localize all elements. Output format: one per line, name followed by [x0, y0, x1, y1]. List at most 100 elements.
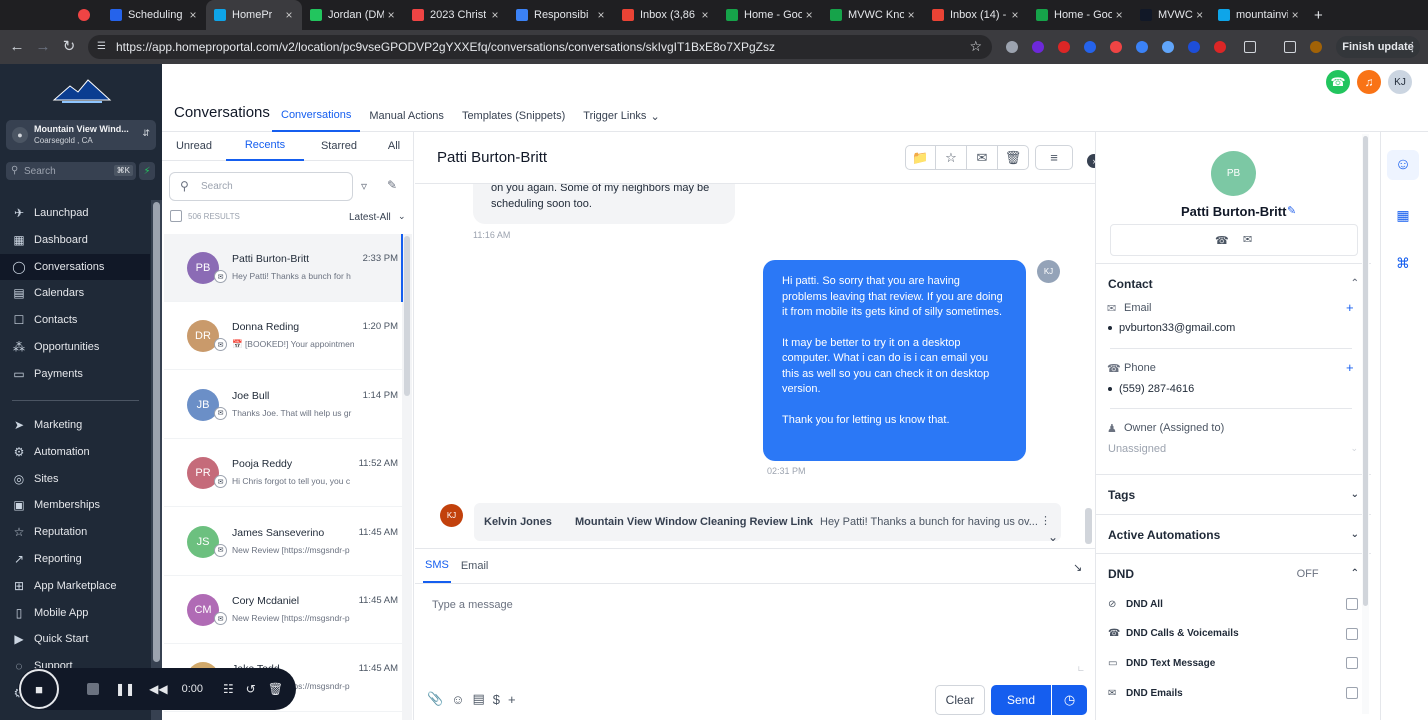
sidebar-item-automation[interactable]: ⚙ Automation [0, 439, 150, 465]
side-panel-icon[interactable] [1284, 41, 1296, 53]
sidebar-item-app-marketplace[interactable]: ⊞ App Marketplace [0, 573, 150, 599]
message-input[interactable]: Type a message ∟ [423, 585, 1087, 675]
dnd-checkbox[interactable] [1346, 627, 1358, 640]
extension-icon-5[interactable] [1136, 41, 1148, 53]
message-menu-icon[interactable]: ⋮ [1040, 514, 1051, 527]
extension-icon-1[interactable] [1032, 41, 1044, 53]
browser-tab[interactable]: Inbox (14) - × [924, 0, 1028, 30]
tags-section[interactable]: Tags ⌄ [1096, 474, 1371, 514]
tab-conversations[interactable]: Conversations [272, 100, 361, 132]
tab-close-icon[interactable]: × [1195, 8, 1204, 22]
email-icon[interactable]: ✉ [1243, 233, 1252, 246]
extension-icon-8[interactable] [1214, 41, 1226, 53]
emoji-icon[interactable]: ☺ [451, 692, 464, 707]
filter-starred[interactable]: Starred [304, 132, 374, 161]
tab-close-icon[interactable]: × [1112, 8, 1126, 22]
browser-tab[interactable]: MVWC Adm× [1132, 0, 1210, 30]
browser-menu-icon[interactable]: ⋮ [1406, 39, 1419, 55]
browser-tab[interactable]: Jordan (DM × [302, 0, 404, 30]
sidebar-item-memberships[interactable]: ▣ Memberships [0, 492, 150, 518]
filter-all[interactable]: All [374, 132, 414, 161]
tab-trigger-links[interactable]: Trigger Links ⌄ [574, 100, 668, 132]
conversation-item[interactable]: CM ✉ Cory Mcdaniel 11:45 AM New Review [http… [164, 576, 404, 644]
dnd-option[interactable]: ✉ DND Emails [1108, 682, 1358, 704]
scroll-down-icon[interactable]: ⌄ [1048, 530, 1058, 544]
sidebar-item-mobile-app[interactable]: ▯ Mobile App [0, 600, 150, 626]
browser-tab[interactable]: Home - Goo × [1028, 0, 1132, 30]
dnd-checkbox[interactable] [1346, 687, 1358, 700]
grid-icon[interactable]: ☷ [223, 682, 234, 696]
dnd-option[interactable]: ▭ DND Text Message [1108, 652, 1358, 674]
rewind-icon[interactable]: ◀◀ [149, 682, 167, 696]
tab-close-icon[interactable]: × [1288, 8, 1302, 22]
folder-icon[interactable]: 📁 [905, 145, 936, 170]
filter-lines-icon[interactable]: ≡ [1035, 145, 1073, 170]
browser-tab[interactable]: Responsibi × [508, 0, 614, 30]
restart-icon[interactable]: ↺ [246, 682, 256, 696]
sidebar-item-reputation[interactable]: ☆ Reputation [0, 519, 150, 545]
filter-unread[interactable]: Unread [162, 132, 226, 161]
bookmark-star-icon[interactable]: ☆ [969, 38, 982, 55]
calendar-icon[interactable]: ▦ [1387, 200, 1419, 230]
dnd-checkbox[interactable] [1346, 657, 1358, 670]
payment-dollar-icon[interactable]: $ [493, 692, 500, 707]
review-link-card[interactable]: Kelvin Jones Mountain View Window Cleani… [474, 503, 1061, 541]
tab-close-icon[interactable]: × [594, 8, 608, 22]
trash-icon[interactable]: 🗑 [268, 682, 283, 696]
compose-tab-email[interactable]: Email [459, 549, 491, 583]
automation-nodes-icon[interactable]: ⌘ [1387, 248, 1419, 278]
sidebar-item-reporting[interactable]: ↗ Reporting [0, 546, 150, 572]
conversation-item[interactable]: JB ✉ Joe Bull 1:14 PM Thanks Joe. That will … [164, 371, 404, 439]
sidebar-item-sites[interactable]: ◎ Sites [0, 466, 150, 492]
tab-close-icon[interactable]: × [698, 8, 712, 22]
contact-profile-icon[interactable]: ☺ [1387, 150, 1419, 180]
quick-action-icon[interactable]: ⚡ [139, 162, 155, 180]
dnd-checkbox[interactable] [1346, 598, 1358, 610]
profile-avatar[interactable] [1310, 41, 1322, 53]
sidebar-item-dashboard[interactable]: ▦ Dashboard [0, 227, 150, 253]
camera-extension-icon[interactable] [1006, 41, 1018, 53]
notifications-bell-icon[interactable]: ♫ [1357, 70, 1381, 94]
collapse-icon[interactable]: ↘ [1073, 561, 1082, 574]
conversation-item[interactable]: PR ✉ Pooja Reddy 11:52 AM Hi Chris forgot to… [164, 439, 404, 508]
send-button[interactable]: Send [991, 685, 1051, 715]
tab-close-icon[interactable]: × [802, 8, 816, 22]
tab-templates-snippets-[interactable]: Templates (Snippets) [453, 100, 574, 132]
sidebar-search[interactable]: ⚲ Search ⌘K [6, 162, 136, 180]
automations-section[interactable]: Active Automations ⌄ [1096, 514, 1371, 554]
tab-manual-actions[interactable]: Manual Actions [360, 100, 453, 132]
tab-close-icon[interactable]: × [186, 8, 200, 22]
browser-tab[interactable]: Inbox (3,86 × [614, 0, 718, 30]
sort-dropdown[interactable]: Latest-All [349, 212, 391, 223]
sidebar-scrollbar[interactable] [151, 200, 162, 720]
resize-handle-icon[interactable]: ∟ [1077, 664, 1085, 673]
contact-section[interactable]: Contact ⌃ [1096, 263, 1371, 303]
sidebar-item-calendars[interactable]: ▤ Calendars [0, 280, 150, 306]
extension-icon-3[interactable] [1084, 41, 1096, 53]
extension-icon-4[interactable] [1110, 41, 1122, 53]
filter-funnel-icon[interactable]: ▿ [361, 179, 367, 193]
extension-icon-6[interactable] [1162, 41, 1174, 53]
clear-button[interactable]: Clear [935, 685, 985, 715]
stop-icon[interactable] [87, 683, 99, 695]
extensions-puzzle-icon[interactable] [1244, 41, 1256, 53]
filter-recents[interactable]: Recents [226, 132, 304, 161]
browser-tab[interactable]: Home - Goo × [718, 0, 822, 30]
add-icon[interactable]: + [508, 692, 516, 707]
sidebar-item-quick-start[interactable]: ▶ Quick Start [0, 626, 150, 652]
browser-tab[interactable]: Scheduling × [102, 0, 206, 30]
sidebar-item-marketing[interactable]: ➤ Marketing [0, 412, 150, 438]
tab-close-icon[interactable]: × [904, 8, 918, 22]
sidebar-item-payments[interactable]: ▭ Payments [0, 361, 150, 387]
schedule-send-icon[interactable]: ◷ [1052, 685, 1087, 715]
add-email-icon[interactable]: + [1346, 300, 1354, 315]
extension-icon-7[interactable] [1188, 41, 1200, 53]
browser-tab[interactable]: 2023 Christ × [404, 0, 508, 30]
phone-value[interactable]: (559) 287-4616 [1119, 383, 1194, 395]
trash-icon[interactable]: 🗑 [998, 145, 1029, 170]
template-icon[interactable]: ▤ [472, 691, 484, 707]
sidebar-item-contacts[interactable]: ☐ Contacts [0, 307, 150, 333]
address-bar[interactable]: ☰ https://app.homeproportal.com/v2/locat… [88, 35, 992, 59]
site-info-icon[interactable]: ☰ [97, 41, 109, 53]
pinned-tab[interactable] [78, 0, 102, 30]
